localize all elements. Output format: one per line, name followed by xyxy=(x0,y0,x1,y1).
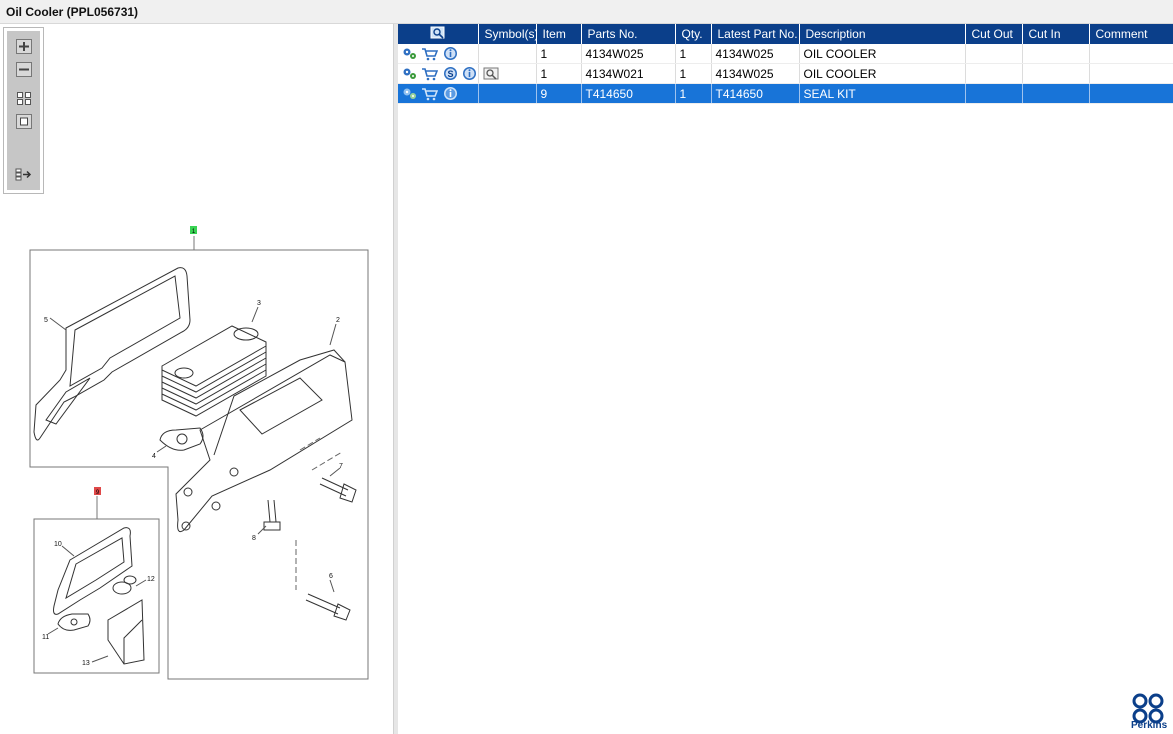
table-header-row: Symbol(s) Item Parts No. Qty. Latest Par… xyxy=(398,24,1173,44)
row-description: OIL COOLER xyxy=(799,63,966,84)
group-9-frame xyxy=(33,518,160,674)
bolt-part-8 xyxy=(267,499,277,523)
row-latest-part-no: T414650 xyxy=(711,83,800,104)
row-symbols xyxy=(478,83,537,104)
actual-size-button[interactable] xyxy=(15,114,32,129)
zoom-out-icon xyxy=(15,62,32,77)
callout-8: 8 xyxy=(252,535,256,542)
group-1-frame xyxy=(29,249,369,680)
callout-12: 12 xyxy=(147,576,155,583)
info-icon[interactable] xyxy=(443,86,458,101)
exploded-parts-diagram[interactable]: 1 9 2 3 5 4 7 8 6 10 12 11 13 xyxy=(0,220,393,690)
row-cut-out xyxy=(965,83,1023,104)
row-parts-no: 4134W025 xyxy=(581,44,676,64)
callout-3: 3 xyxy=(257,300,261,307)
column-header-description[interactable]: Description xyxy=(799,24,966,44)
row-description: SEAL KIT xyxy=(799,83,966,104)
cover-part-2 xyxy=(175,354,353,533)
row-qty: 1 xyxy=(675,83,712,104)
window-title: Oil Cooler (PPL056731) xyxy=(6,5,139,19)
table-row[interactable]: S 1 4134W021 1 4134W025 OIL COOLER xyxy=(398,63,1173,84)
row-cut-in xyxy=(1022,83,1090,104)
row-latest-part-no: 4134W025 xyxy=(711,44,800,64)
viewer-toolbox xyxy=(3,27,44,194)
actual-size-icon xyxy=(15,114,32,129)
parts-table: Symbol(s) Item Parts No. Qty. Latest Par… xyxy=(398,24,1173,104)
row-qty: 1 xyxy=(675,63,712,84)
superseded-icon[interactable]: S xyxy=(443,66,458,81)
callout-5: 5 xyxy=(44,317,48,324)
row-parts-no: 4134W021 xyxy=(581,63,676,84)
row-actions: S xyxy=(398,63,479,84)
gasket-part-11 xyxy=(57,613,91,631)
row-latest-part-no: 4134W025 xyxy=(711,63,800,84)
seal-kit-bag-part-13 xyxy=(107,599,145,665)
info-icon[interactable] xyxy=(462,66,477,81)
row-symbols xyxy=(478,63,537,84)
row-symbols xyxy=(478,44,537,64)
row-actions xyxy=(398,44,479,64)
cart-icon[interactable] xyxy=(421,86,439,101)
zoom-in-icon xyxy=(15,39,32,54)
row-cut-out xyxy=(965,44,1023,64)
zoom-out-button[interactable] xyxy=(15,62,32,77)
callout-10: 10 xyxy=(54,541,62,548)
row-cut-out xyxy=(965,63,1023,84)
row-item: 1 xyxy=(536,44,582,64)
view-illustration-icon[interactable] xyxy=(483,67,500,81)
row-qty: 1 xyxy=(675,44,712,64)
column-header-latest-part-no[interactable]: Latest Part No. xyxy=(711,24,800,44)
parts-list-pane: Symbol(s) Item Parts No. Qty. Latest Par… xyxy=(398,24,1173,734)
fit-all-icon xyxy=(16,92,31,105)
row-comment xyxy=(1089,44,1173,64)
callout-2: 2 xyxy=(336,317,340,324)
column-header-qty[interactable]: Qty. xyxy=(675,24,712,44)
row-comment xyxy=(1089,63,1173,84)
column-header-actions[interactable] xyxy=(398,24,479,44)
row-comment xyxy=(1089,83,1173,104)
row-description: OIL COOLER xyxy=(799,44,966,64)
toggle-list-button[interactable] xyxy=(15,167,32,182)
fit-all-button[interactable] xyxy=(15,91,32,106)
gears-icon[interactable] xyxy=(402,86,417,101)
info-icon[interactable] xyxy=(443,46,458,61)
column-header-symbols[interactable]: Symbol(s) xyxy=(478,24,537,44)
gasket-part-4 xyxy=(159,427,204,451)
gears-icon[interactable] xyxy=(402,66,417,81)
zoom-in-button[interactable] xyxy=(15,39,32,54)
window-titlebar: Oil Cooler (PPL056731) xyxy=(0,0,1173,24)
brand-name: Perkins xyxy=(1131,720,1168,731)
row-item: 1 xyxy=(536,63,582,84)
row-parts-no: T414650 xyxy=(581,83,676,104)
row-actions xyxy=(398,83,479,104)
callout-11: 11 xyxy=(42,634,49,641)
table-row-selected[interactable]: 9 T414650 1 T414650 SEAL KIT xyxy=(398,83,1173,104)
row-cut-in xyxy=(1022,63,1090,84)
find-in-illustration-icon xyxy=(430,26,445,39)
gasket-part-5 xyxy=(33,267,191,441)
row-cut-in xyxy=(1022,44,1090,64)
callout-6: 6 xyxy=(329,573,333,580)
column-header-cut-out[interactable]: Cut Out xyxy=(965,24,1023,44)
callout-7: 7 xyxy=(339,463,343,470)
bolt-part-7 xyxy=(319,477,349,497)
column-header-comment[interactable]: Comment xyxy=(1089,24,1173,44)
toolbox-panel xyxy=(7,31,40,190)
callout-4: 4 xyxy=(152,453,156,460)
cart-icon[interactable] xyxy=(421,66,439,81)
row-item: 9 xyxy=(536,83,582,104)
column-header-item[interactable]: Item xyxy=(536,24,582,44)
gears-icon[interactable] xyxy=(402,46,417,61)
svg-text:S: S xyxy=(447,69,453,79)
bolt-part-6 xyxy=(305,593,341,615)
cart-icon[interactable] xyxy=(421,46,439,61)
column-header-cut-in[interactable]: Cut In xyxy=(1022,24,1090,44)
callout-13: 13 xyxy=(82,660,90,667)
table-row[interactable]: 1 4134W025 1 4134W025 OIL COOLER xyxy=(398,44,1173,64)
column-header-parts-no[interactable]: Parts No. xyxy=(581,24,676,44)
gasket-part-10 xyxy=(53,527,133,615)
toggle-list-icon xyxy=(15,168,32,181)
